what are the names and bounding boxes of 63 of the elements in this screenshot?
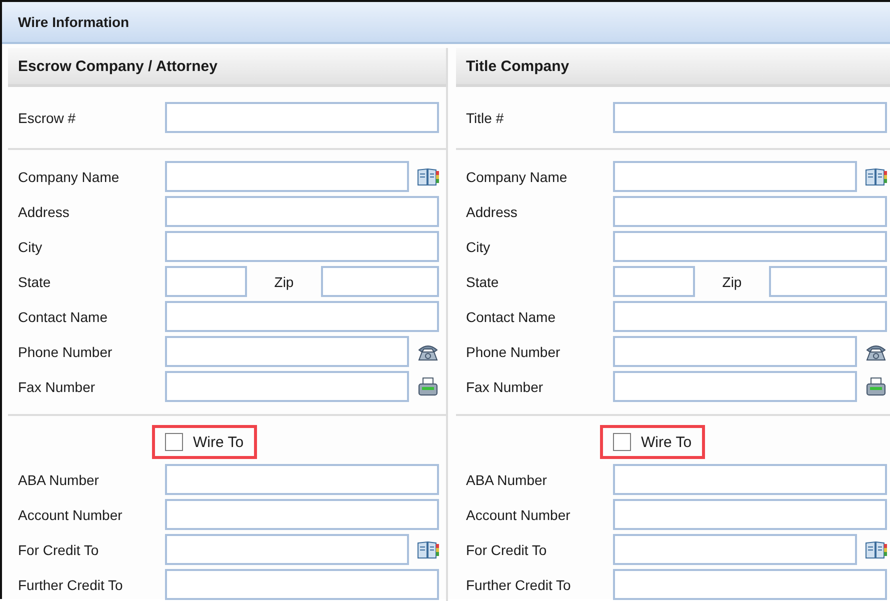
input-field[interactable] [165, 534, 409, 565]
field-label: For Credit To [18, 542, 100, 558]
field-label: Title # [466, 110, 505, 126]
field-label: State [18, 274, 52, 290]
input-field[interactable] [321, 266, 439, 297]
input-field[interactable] [613, 371, 857, 402]
input-field[interactable] [613, 161, 857, 192]
field-label: Further Credit To [18, 576, 124, 592]
fax-machine-icon[interactable] [417, 376, 439, 396]
field-label: Account Number [466, 506, 572, 522]
input-field[interactable] [613, 266, 695, 297]
input-field[interactable] [165, 499, 439, 530]
section-title: Escrow Company / Attorney [18, 58, 218, 74]
field-label: Address [18, 204, 70, 220]
field-label: State [466, 274, 500, 290]
panel-title: Wire Information [18, 14, 130, 30]
input-field[interactable] [165, 161, 409, 192]
input-field[interactable] [165, 231, 439, 262]
field-label: ABA Number [18, 472, 100, 488]
input-field[interactable] [165, 266, 247, 297]
field-label: Zip [273, 274, 295, 290]
field-label: Address [466, 204, 518, 220]
section-title: Title Company [466, 58, 570, 74]
address-book-icon[interactable] [417, 166, 439, 186]
input-field[interactable] [613, 499, 887, 530]
input-field[interactable] [613, 102, 887, 133]
field-label: Contact Name [466, 308, 556, 324]
field-label: ABA Number [466, 472, 548, 488]
field-label: Escrow # [18, 110, 77, 126]
field-label: City [18, 238, 44, 254]
field-label: Company Name [18, 168, 120, 184]
input-field[interactable] [613, 534, 857, 565]
input-field[interactable] [165, 464, 439, 495]
input-field[interactable] [613, 196, 887, 227]
field-label: Zip [721, 274, 743, 290]
input-field[interactable] [165, 569, 439, 600]
input-field[interactable] [613, 569, 887, 600]
wire-to-checkbox[interactable]: Wire To [600, 425, 705, 459]
field-label: For Credit To [466, 542, 548, 558]
fax-machine-icon[interactable] [865, 376, 887, 396]
address-book-icon[interactable] [417, 540, 439, 560]
field-label: City [466, 238, 492, 254]
wire-to-checkbox[interactable]: Wire To [152, 425, 257, 459]
field-label: Fax Number [466, 378, 544, 394]
field-label: Account Number [18, 506, 124, 522]
address-book-icon[interactable] [865, 540, 887, 560]
input-field[interactable] [165, 371, 409, 402]
input-field[interactable] [769, 266, 887, 297]
input-field[interactable] [613, 231, 887, 262]
input-field[interactable] [613, 464, 887, 495]
field-label: Phone Number [18, 344, 114, 360]
field-label: Fax Number [18, 378, 96, 394]
input-field[interactable] [613, 301, 887, 332]
input-field[interactable] [613, 336, 857, 367]
field-label: Contact Name [18, 308, 108, 324]
field-label: Company Name [466, 168, 568, 184]
input-field[interactable] [165, 102, 439, 133]
input-field[interactable] [165, 301, 439, 332]
address-book-icon[interactable] [865, 166, 887, 186]
input-field[interactable] [165, 196, 439, 227]
input-field[interactable] [165, 336, 409, 367]
field-label: Further Credit To [466, 576, 572, 592]
field-label: Phone Number [466, 344, 562, 360]
